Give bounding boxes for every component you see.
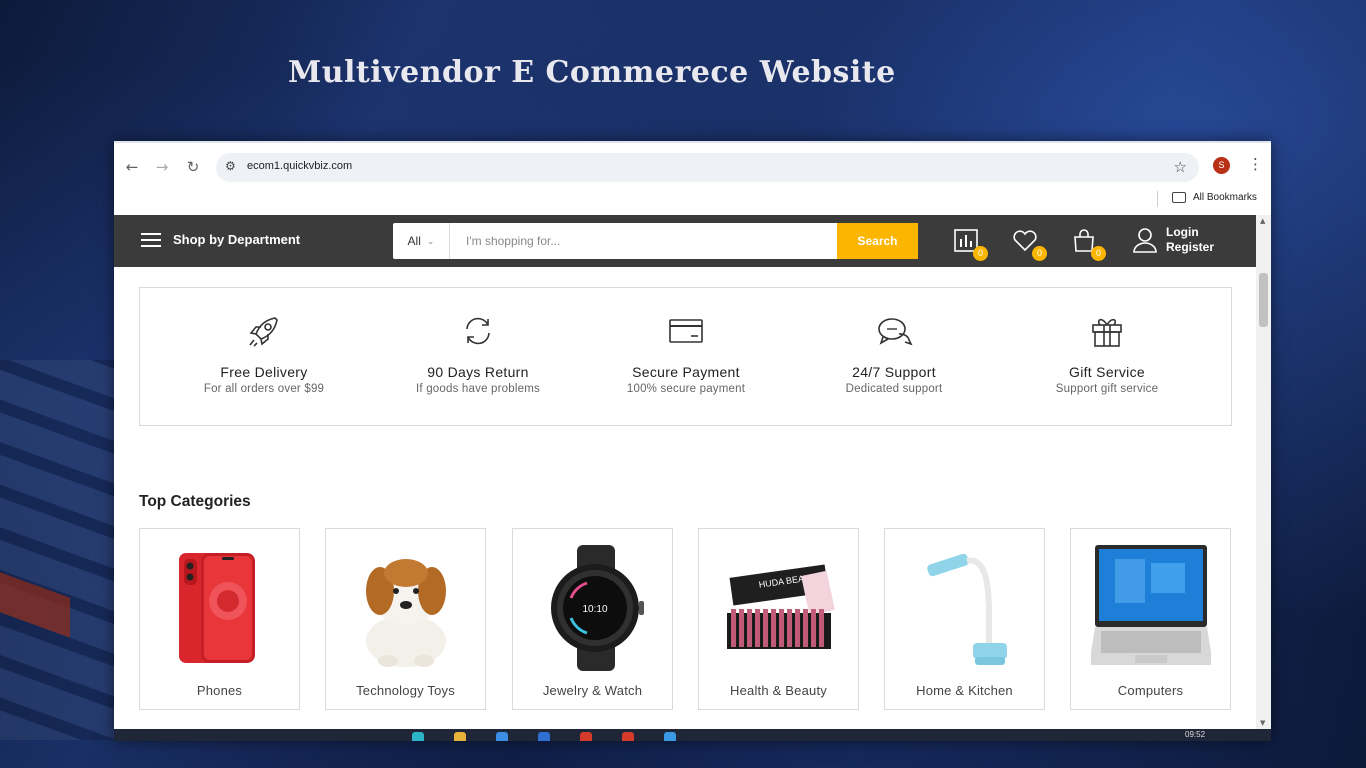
feature-free-delivery: Free Delivery For all orders over $99 <box>164 288 364 395</box>
phone-image <box>179 553 255 663</box>
search-bar: All ⌄ Search <box>393 223 918 259</box>
profile-avatar[interactable]: S <box>1213 157 1230 174</box>
compare-button[interactable]: 0 <box>952 227 988 261</box>
watch-face-time: 10:10 <box>582 604 607 615</box>
feature-subtitle: Support gift service <box>1055 383 1159 395</box>
page-viewport: Shop by Department All ⌄ Search 0 <box>114 215 1256 729</box>
category-card-technology-toys[interactable]: Technology Toys <box>325 528 486 710</box>
feature-title: 24/7 Support <box>852 364 936 380</box>
taskbar-app-icon[interactable] <box>412 732 424 741</box>
wishlist-button[interactable]: 0 <box>1011 227 1047 261</box>
address-bar[interactable]: ⚙ ecom1.quickvbiz.com ☆ <box>216 153 1199 182</box>
features-strip: Free Delivery For all orders over $99 90… <box>139 287 1232 426</box>
all-bookmarks-link[interactable]: All Bookmarks <box>1193 192 1257 203</box>
category-label: Health & Beauty <box>730 683 827 698</box>
taskbar-app-icon[interactable] <box>454 732 466 741</box>
return-icon <box>466 317 490 345</box>
shop-by-department-button[interactable]: Shop by Department <box>141 232 300 247</box>
gift-icon <box>1092 318 1122 347</box>
credit-card-icon <box>669 319 703 343</box>
search-category-select[interactable]: All ⌄ <box>393 223 450 259</box>
user-icon <box>1133 228 1157 253</box>
taskbar-app-icon[interactable] <box>538 732 550 741</box>
feature-gift-service: Gift Service Support gift service <box>1007 288 1207 395</box>
category-label: Home & Kitchen <box>916 683 1013 698</box>
chevron-down-icon: ⌄ <box>426 235 435 246</box>
login-link[interactable]: Login <box>1166 225 1214 240</box>
hamburger-icon <box>141 232 161 247</box>
feature-support: 24/7 Support Dedicated support <box>794 288 994 395</box>
slide-title: Multivendor E Commerece Website <box>288 55 896 90</box>
bookmarks-divider <box>1157 191 1158 207</box>
category-card-home-kitchen[interactable]: Home & Kitchen <box>884 528 1045 710</box>
desk-lamp-image <box>927 553 1007 665</box>
taskbar-app-icon[interactable] <box>496 732 508 741</box>
lipstick-set-image: HUDA BEAUTY <box>727 564 835 649</box>
smartwatch-image: 10:10 <box>551 545 644 671</box>
laptop-image <box>1091 545 1211 665</box>
compare-count-badge: 0 <box>973 246 988 261</box>
feature-subtitle: Dedicated support <box>845 383 943 395</box>
browser-window: ← → ↻ ⚙ ecom1.quickvbiz.com ☆ S ⋮ All Bo… <box>114 141 1271 741</box>
scroll-down-icon[interactable]: ▼ <box>1260 719 1265 727</box>
reload-icon[interactable]: ↻ <box>183 157 203 177</box>
search-input[interactable] <box>450 223 837 259</box>
search-button[interactable]: Search <box>837 223 918 259</box>
feature-subtitle: 100% secure payment <box>626 383 746 395</box>
feature-subtitle: For all orders over $99 <box>203 383 325 395</box>
feature-title: Secure Payment <box>632 364 740 380</box>
site-header: Shop by Department All ⌄ Search 0 <box>114 215 1256 267</box>
shop-by-department-label: Shop by Department <box>173 232 301 247</box>
chat-icon <box>878 318 913 346</box>
url-text: ecom1.quickvbiz.com <box>247 160 353 172</box>
category-card-health-beauty[interactable]: HUDA BEAUTY Health & Beauty <box>698 528 859 710</box>
top-categories-heading: Top Categories <box>139 493 251 510</box>
feature-title: 90 Days Return <box>427 364 529 380</box>
cart-count-badge: 0 <box>1091 246 1106 261</box>
taskbar-app-icon[interactable] <box>622 732 634 741</box>
scroll-thumb[interactable] <box>1259 273 1268 327</box>
browser-toolbar: ← → ↻ ⚙ ecom1.quickvbiz.com ☆ S ⋮ All Bo… <box>114 141 1271 215</box>
rocket-icon <box>249 317 278 347</box>
plush-dog-image <box>366 559 446 667</box>
back-icon[interactable]: ← <box>122 157 142 177</box>
category-label: Technology Toys <box>356 683 455 698</box>
account-area: Login Register <box>1132 225 1214 255</box>
feature-secure-payment: Secure Payment 100% secure payment <box>586 288 786 395</box>
bookmark-star-icon[interactable]: ☆ <box>1174 158 1187 176</box>
category-label: Jewelry & Watch <box>542 683 643 698</box>
background-keyboard <box>0 360 130 740</box>
wishlist-count-badge: 0 <box>1032 246 1047 261</box>
category-card-phones[interactable]: Phones <box>139 528 300 710</box>
feature-title: Free Delivery <box>220 364 308 380</box>
forward-icon[interactable]: → <box>152 157 172 177</box>
feature-returns: 90 Days Return If goods have problems <box>378 288 578 395</box>
register-link[interactable]: Register <box>1166 240 1214 255</box>
cart-button[interactable]: 0 <box>1070 227 1106 261</box>
site-settings-icon[interactable]: ⚙ <box>225 159 236 173</box>
os-taskbar: 09:52 <box>114 729 1271 741</box>
scroll-up-icon[interactable]: ▲ <box>1260 217 1265 225</box>
folder-icon <box>1172 192 1186 203</box>
category-card-jewelry-watch[interactable]: 10:10 Jewelry & Watch <box>512 528 673 710</box>
feature-title: Gift Service <box>1069 364 1145 380</box>
category-card-computers[interactable]: Computers <box>1070 528 1231 710</box>
taskbar-app-icon[interactable] <box>580 732 592 741</box>
page-scrollbar[interactable]: ▲ ▼ <box>1256 215 1271 729</box>
category-label: Phones <box>196 683 243 698</box>
search-category-value: All <box>407 234 421 248</box>
category-label: Computers <box>1117 683 1184 698</box>
feature-subtitle: If goods have problems <box>416 383 540 395</box>
browser-menu-icon[interactable]: ⋮ <box>1248 155 1263 173</box>
taskbar-app-icon[interactable] <box>664 732 676 741</box>
taskbar-clock: 09:52 <box>1185 730 1206 739</box>
